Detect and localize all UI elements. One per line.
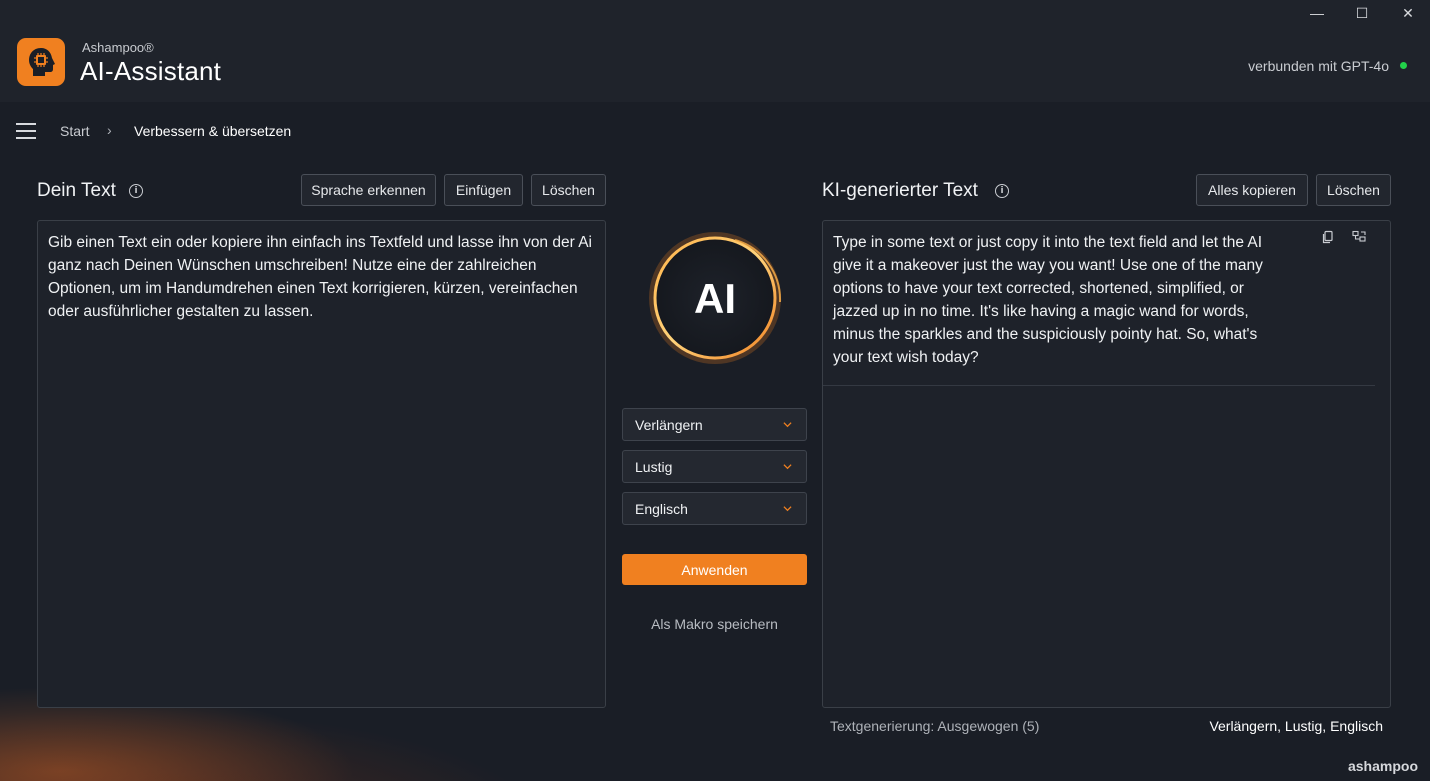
clear-output-button[interactable]: Löschen — [1316, 174, 1391, 206]
copy-icon[interactable] — [1321, 230, 1335, 244]
breadcrumb-start[interactable]: Start — [60, 123, 90, 139]
clear-input-button[interactable]: Löschen — [531, 174, 606, 206]
breadcrumb: Start › Verbessern & übersetzen — [0, 102, 1430, 160]
language-select[interactable]: Englisch — [622, 492, 807, 525]
window-titlebar: — ☐ ✕ — [0, 0, 1430, 26]
tone-select[interactable]: Lustig — [622, 450, 807, 483]
ai-head-icon — [29, 48, 55, 76]
chevron-down-icon — [783, 464, 792, 470]
brand-vendor: Ashampoo® — [82, 40, 154, 55]
ashampoo-logo: ashampoo — [1347, 758, 1418, 774]
app-title: AI-Assistant — [80, 56, 222, 86]
input-textarea[interactable]: Gib einen Text ein oder kopiere ihn einf… — [37, 220, 606, 708]
info-icon[interactable]: i — [995, 184, 1009, 198]
ai-orb-label: AI — [694, 275, 736, 322]
language-select-value: Englisch — [635, 500, 688, 517]
input-panel-title: Dein Text — [37, 180, 116, 201]
ai-orb-icon: AI — [649, 232, 782, 364]
mode-select[interactable]: Verlängern — [622, 408, 807, 441]
info-icon[interactable]: i — [129, 184, 143, 198]
share-icon[interactable] — [1352, 230, 1366, 244]
maximize-button[interactable]: ☐ — [1339, 0, 1385, 26]
copy-all-button[interactable]: Alles kopieren — [1196, 174, 1308, 206]
input-text: Gib einen Text ein oder kopiere ihn einf… — [48, 234, 592, 320]
chevron-down-icon — [783, 422, 792, 428]
save-macro-link[interactable]: Als Makro speichern — [622, 616, 807, 632]
chevron-right-icon: › — [107, 122, 112, 138]
output-area: Type in some text or just copy it into t… — [822, 220, 1391, 708]
applied-options: Verlängern, Lustig, Englisch — [1209, 718, 1383, 734]
tone-select-value: Lustig — [635, 458, 673, 475]
minimize-button[interactable]: — — [1294, 0, 1340, 26]
output-divider — [823, 385, 1375, 386]
chevron-down-icon — [783, 506, 792, 512]
app-logo-icon — [17, 38, 65, 86]
menu-icon[interactable] — [16, 123, 36, 139]
app-header: Ashampoo® AI-Assistant verbunden mit GPT… — [0, 26, 1430, 102]
connection-status: verbunden mit GPT-4o — [1248, 58, 1389, 74]
generation-setting: Textgenerierung: Ausgewogen (5) — [830, 718, 1040, 734]
status-dot-icon — [1400, 62, 1407, 69]
mode-select-value: Verlängern — [635, 416, 703, 433]
close-button[interactable]: ✕ — [1385, 0, 1430, 26]
breadcrumb-current: Verbessern & übersetzen — [134, 123, 292, 139]
output-text[interactable]: Type in some text or just copy it into t… — [833, 231, 1283, 369]
detect-language-button[interactable]: Sprache erkennen — [301, 174, 436, 206]
output-panel-title: KI-generierter Text — [822, 180, 978, 201]
paste-button[interactable]: Einfügen — [444, 174, 523, 206]
apply-button[interactable]: Anwenden — [622, 554, 807, 585]
